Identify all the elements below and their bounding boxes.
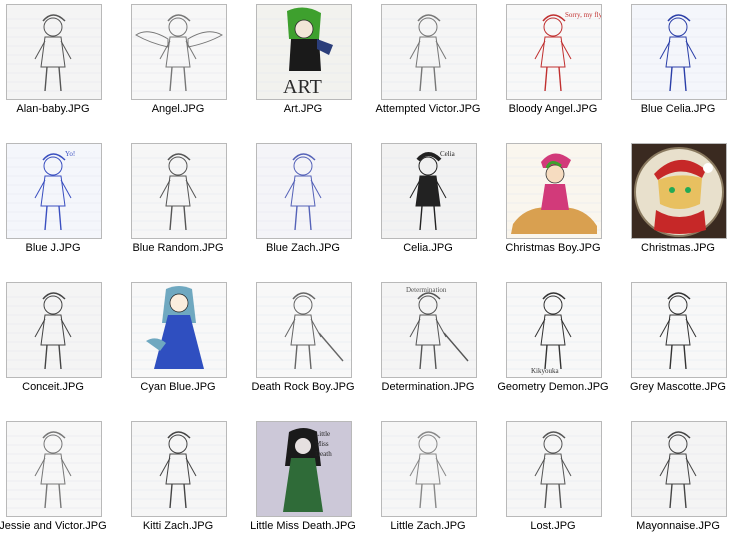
dark-figure-thumbnail[interactable]: Celia [381, 143, 477, 239]
winged-angel-thumbnail[interactable] [131, 4, 227, 100]
green-robe-girl-thumbnail[interactable]: Little Miss Death [256, 421, 352, 517]
file-item[interactable]: Mayonnaise.JPG [625, 417, 732, 547]
file-item[interactable]: Kitti Zach.JPG [125, 417, 250, 547]
svg-text:ART: ART [283, 76, 322, 98]
file-item[interactable]: Determination Determination.JPG [375, 278, 500, 408]
two-faces-sketch-thumbnail[interactable] [6, 421, 102, 517]
file-item[interactable]: Grey Mascotte.JPG [625, 278, 732, 408]
file-name-label: Little Zach.JPG [390, 520, 466, 532]
file-item[interactable]: Attempted Victor.JPG [375, 0, 500, 130]
file-item[interactable]: Sorry, my flying failed Bloody Angel.JPG [500, 0, 625, 130]
file-name-label: Christmas Boy.JPG [505, 242, 601, 254]
christmas-ornament-thumbnail[interactable] [631, 143, 727, 239]
file-name-label: Celia.JPG [403, 242, 453, 254]
file-name-label: Lost.JPG [530, 520, 576, 532]
file-item[interactable]: Blue Celia.JPG [625, 0, 732, 130]
spiky-hair-figure-thumbnail[interactable] [131, 143, 227, 239]
sword-warrior-thumbnail[interactable]: Determination [381, 282, 477, 378]
file-item[interactable]: Angel.JPG [125, 0, 250, 130]
svg-text:Miss: Miss [315, 440, 329, 448]
file-item[interactable]: Christmas Boy.JPG [500, 139, 625, 269]
file-item[interactable]: Little Zach.JPG [375, 417, 500, 547]
file-name-label: Cyan Blue.JPG [140, 381, 216, 393]
file-item[interactable]: Lost.JPG [500, 417, 625, 547]
blue-coat-figure-thumbnail[interactable] [256, 143, 352, 239]
file-item[interactable]: Kikyouka Geometry Demon.JPG [497, 278, 625, 408]
blue-ink-faces-thumbnail[interactable]: Yo! [6, 143, 102, 239]
sword-figure-thumbnail[interactable] [256, 282, 352, 378]
file-item[interactable]: Blue Random.JPG [125, 139, 250, 269]
file-name-label: Blue Zach.JPG [266, 242, 340, 254]
file-grid: Alan-baby.JPG Angel.JPG ART Art.JPG Attempte… [0, 0, 732, 541]
file-name-label: Blue Celia.JPG [640, 103, 716, 115]
blue-dress-girl-thumbnail[interactable] [131, 282, 227, 378]
file-item[interactable]: Christmas.JPG [625, 139, 732, 269]
file-name-label: Art.JPG [283, 103, 323, 115]
file-name-label: Attempted Victor.JPG [375, 103, 481, 115]
christmas-elf-thumbnail[interactable] [506, 143, 602, 239]
file-name-label: Christmas.JPG [641, 242, 715, 254]
file-item[interactable]: Cyan Blue.JPG [125, 278, 250, 408]
file-item[interactable]: Jessie and Victor.JPG [0, 417, 125, 547]
svg-text:Sorry, my flying failed: Sorry, my flying failed [565, 11, 601, 19]
file-item[interactable]: Celia Celia.JPG [375, 139, 500, 269]
svg-text:Yo!: Yo! [65, 150, 75, 158]
file-item[interactable]: Little Miss Death Little Miss Death.JPG [250, 417, 375, 547]
grey-mascot-thumbnail[interactable] [631, 282, 727, 378]
file-name-label: Blue J.JPG [25, 242, 81, 254]
blue-ink-figure-thumbnail[interactable] [631, 4, 727, 100]
file-name-label: Geometry Demon.JPG [497, 381, 609, 393]
file-name-label: Grey Mascotte.JPG [630, 381, 726, 393]
red-sketch-thumbnail[interactable]: Sorry, my flying failed [506, 4, 602, 100]
sitting-girl-thumbnail[interactable] [631, 421, 727, 517]
file-name-label: Blue Random.JPG [132, 242, 224, 254]
svg-text:Determination: Determination [406, 286, 447, 294]
svg-text:Little: Little [315, 430, 330, 438]
file-name-label: Conceit.JPG [22, 381, 84, 393]
green-hair-character-thumbnail[interactable]: ART [256, 4, 352, 100]
file-item[interactable]: Conceit.JPG [0, 278, 125, 408]
file-name-label: Little Miss Death.JPG [250, 520, 356, 532]
file-name-label: Jessie and Victor.JPG [0, 520, 107, 532]
spiky-boy-thumbnail[interactable] [6, 282, 102, 378]
file-item[interactable]: ART Art.JPG [250, 0, 375, 130]
notebook-sketch-thumbnail[interactable]: Kikyouka [506, 282, 602, 378]
svg-text:Death: Death [315, 450, 332, 458]
file-item[interactable]: Death Rock Boy.JPG [250, 278, 375, 408]
file-item[interactable]: Alan-baby.JPG [0, 0, 125, 130]
standing-figure-thumbnail[interactable] [381, 4, 477, 100]
file-name-label: Bloody Angel.JPG [508, 103, 598, 115]
file-item[interactable]: Blue Zach.JPG [250, 139, 375, 269]
cat-ear-figure-thumbnail[interactable] [131, 421, 227, 517]
file-name-label: Angel.JPG [151, 103, 205, 115]
file-name-label: Death Rock Boy.JPG [251, 381, 355, 393]
file-name-label: Mayonnaise.JPG [636, 520, 720, 532]
file-name-label: Kitti Zach.JPG [142, 520, 214, 532]
svg-text:Kikyouka: Kikyouka [531, 367, 560, 375]
svg-text:Celia: Celia [440, 150, 456, 158]
file-item[interactable]: Yo! Blue J.JPG [0, 139, 125, 269]
pencil-sketch-thumbnail[interactable] [6, 4, 102, 100]
cat-girl-thumbnail[interactable] [506, 421, 602, 517]
file-name-label: Alan-baby.JPG [16, 103, 90, 115]
file-name-label: Determination.JPG [381, 381, 475, 393]
small-figure-thumbnail[interactable] [381, 421, 477, 517]
